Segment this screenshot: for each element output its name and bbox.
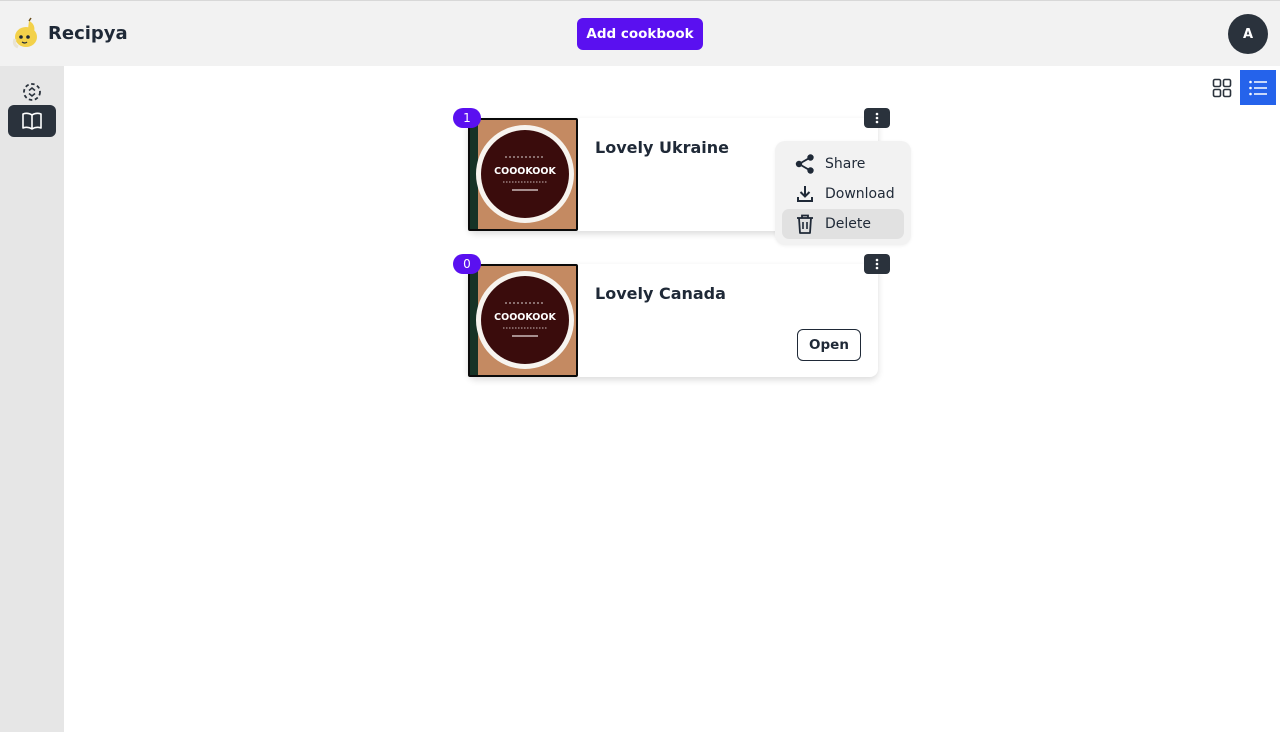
menu-item-label: Download [825, 186, 895, 202]
top-bar: Recipya Add cookbook A [0, 0, 1280, 66]
cookbook-card[interactable]: COOOKOOK Lovely Canada 0 Open [453, 254, 890, 377]
sidebar-item-cookbooks[interactable] [8, 105, 56, 137]
open-book-icon [22, 112, 42, 130]
app-name: Recipya [48, 22, 128, 44]
open-cookbook-button[interactable]: Open [797, 329, 861, 361]
trash-icon [794, 213, 816, 235]
more-vertical-icon [875, 112, 879, 124]
menu-item-label: Delete [825, 216, 871, 232]
download-icon [794, 183, 816, 205]
cookbook-title: Lovely Ukraine [595, 138, 729, 157]
cookbook-cover-image[interactable]: COOOKOOK [468, 264, 578, 377]
menu-item-delete[interactable]: Delete [782, 209, 904, 239]
cookbook-options-button[interactable] [864, 108, 890, 128]
recipe-count-badge: 1 [453, 108, 481, 128]
sidebar [0, 66, 64, 732]
recipe-count-badge: 0 [453, 254, 481, 274]
menu-item-label: Share [825, 156, 866, 172]
more-vertical-icon [875, 258, 879, 270]
grid-view-icon [1212, 78, 1232, 97]
grid-view-toggle[interactable] [1204, 70, 1240, 105]
list-view-icon [1249, 80, 1267, 95]
cover-title: COOOKOOK [494, 312, 556, 323]
user-avatar[interactable]: A [1228, 14, 1268, 54]
cover-title: COOOKOOK [494, 166, 556, 177]
sidebar-item-scan[interactable] [8, 76, 56, 108]
brand[interactable]: Recipya [10, 17, 128, 49]
recipya-logo-icon [12, 17, 37, 49]
menu-item-download[interactable]: Download [782, 179, 904, 209]
list-view-toggle[interactable] [1240, 70, 1276, 105]
cookbook-cover-image[interactable]: COOOKOOK [468, 118, 578, 231]
scan-dashed-icon [23, 83, 41, 101]
cookbook-title: Lovely Canada [595, 284, 726, 303]
cookbook-options-button[interactable] [864, 254, 890, 274]
add-cookbook-button[interactable]: Add cookbook [577, 18, 703, 50]
menu-item-share[interactable]: Share [782, 149, 904, 179]
share-icon [794, 153, 816, 175]
cookbook-options-menu: Share Download Delete [775, 141, 911, 245]
